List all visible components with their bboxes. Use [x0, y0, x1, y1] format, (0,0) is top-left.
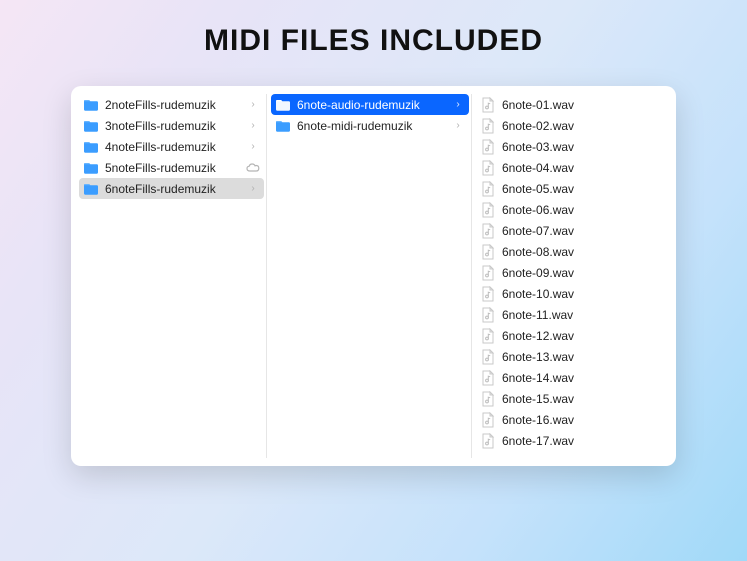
- finder-column-2: 6note-audio-rudemuzik› 6note-midi-rudemu…: [266, 94, 471, 458]
- file-label: 6note-11.wav: [502, 308, 656, 322]
- folder-label: 3noteFills-rudemuzik: [105, 119, 246, 133]
- file-row[interactable]: 6note-16.wav: [476, 409, 660, 430]
- page-title: MIDI FILES INCLUDED: [204, 24, 543, 58]
- file-label: 6note-09.wav: [502, 266, 656, 280]
- file-row[interactable]: 6note-08.wav: [476, 241, 660, 262]
- file-row[interactable]: 6note-01.wav: [476, 94, 660, 115]
- file-label: 6note-08.wav: [502, 245, 656, 259]
- audio-file-icon: [480, 97, 496, 113]
- audio-file-icon: [480, 391, 496, 407]
- folder-icon: [83, 97, 99, 113]
- audio-file-icon: [480, 265, 496, 281]
- audio-file-icon: [480, 349, 496, 365]
- audio-file-icon: [480, 370, 496, 386]
- audio-file-icon: [480, 307, 496, 323]
- file-row[interactable]: 6note-13.wav: [476, 346, 660, 367]
- folder-row[interactable]: 6note-audio-rudemuzik›: [271, 94, 469, 115]
- folder-label: 5noteFills-rudemuzik: [105, 161, 246, 175]
- folder-row[interactable]: 6note-midi-rudemuzik›: [271, 115, 469, 136]
- folder-icon: [83, 160, 99, 176]
- file-label: 6note-03.wav: [502, 140, 656, 154]
- folder-row[interactable]: 5noteFills-rudemuzik: [79, 157, 264, 178]
- audio-file-icon: [480, 328, 496, 344]
- file-row[interactable]: 6note-09.wav: [476, 262, 660, 283]
- file-label: 6note-10.wav: [502, 287, 656, 301]
- file-row[interactable]: 6note-12.wav: [476, 325, 660, 346]
- folder-row[interactable]: 6noteFills-rudemuzik›: [79, 178, 264, 199]
- file-label: 6note-13.wav: [502, 350, 656, 364]
- file-row[interactable]: 6note-11.wav: [476, 304, 660, 325]
- file-label: 6note-14.wav: [502, 371, 656, 385]
- file-label: 6note-05.wav: [502, 182, 656, 196]
- folder-label: 6note-midi-rudemuzik: [297, 119, 451, 133]
- file-label: 6note-04.wav: [502, 161, 656, 175]
- file-row[interactable]: 6note-06.wav: [476, 199, 660, 220]
- file-row[interactable]: 6note-14.wav: [476, 367, 660, 388]
- audio-file-icon: [480, 412, 496, 428]
- file-row[interactable]: 6note-03.wav: [476, 136, 660, 157]
- folder-icon: [83, 139, 99, 155]
- audio-file-icon: [480, 244, 496, 260]
- folder-icon: [83, 118, 99, 134]
- folder-label: 6note-audio-rudemuzik: [297, 98, 451, 112]
- file-label: 6note-06.wav: [502, 203, 656, 217]
- chevron-right-icon: ›: [451, 121, 465, 131]
- audio-file-icon: [480, 223, 496, 239]
- folder-label: 6noteFills-rudemuzik: [105, 182, 246, 196]
- chevron-right-icon: ›: [246, 100, 260, 110]
- file-row[interactable]: 6note-15.wav: [476, 388, 660, 409]
- file-row[interactable]: 6note-05.wav: [476, 178, 660, 199]
- file-label: 6note-07.wav: [502, 224, 656, 238]
- audio-file-icon: [480, 286, 496, 302]
- chevron-right-icon: ›: [246, 121, 260, 131]
- finder-window: 2noteFills-rudemuzik› 3noteFills-rudemuz…: [71, 86, 676, 466]
- file-row[interactable]: 6note-10.wav: [476, 283, 660, 304]
- finder-column-1: 2noteFills-rudemuzik› 3noteFills-rudemuz…: [71, 94, 266, 458]
- folder-icon: [275, 118, 291, 134]
- finder-column-3: 6note-01.wav 6note-02.wav 6note-03.wav 6…: [471, 94, 666, 458]
- file-label: 6note-17.wav: [502, 434, 656, 448]
- file-label: 6note-15.wav: [502, 392, 656, 406]
- folder-row[interactable]: 4noteFills-rudemuzik›: [79, 136, 264, 157]
- audio-file-icon: [480, 433, 496, 449]
- audio-file-icon: [480, 181, 496, 197]
- folder-label: 4noteFills-rudemuzik: [105, 140, 246, 154]
- file-label: 6note-01.wav: [502, 98, 656, 112]
- chevron-right-icon: ›: [451, 100, 465, 110]
- audio-file-icon: [480, 202, 496, 218]
- folder-row[interactable]: 2noteFills-rudemuzik›: [79, 94, 264, 115]
- folder-icon: [83, 181, 99, 197]
- audio-file-icon: [480, 118, 496, 134]
- folder-row[interactable]: 3noteFills-rudemuzik›: [79, 115, 264, 136]
- file-label: 6note-02.wav: [502, 119, 656, 133]
- file-label: 6note-16.wav: [502, 413, 656, 427]
- chevron-right-icon: ›: [246, 142, 260, 152]
- chevron-right-icon: ›: [246, 184, 260, 194]
- audio-file-icon: [480, 139, 496, 155]
- file-row[interactable]: 6note-02.wav: [476, 115, 660, 136]
- audio-file-icon: [480, 160, 496, 176]
- folder-label: 2noteFills-rudemuzik: [105, 98, 246, 112]
- file-row[interactable]: 6note-17.wav: [476, 430, 660, 451]
- folder-icon: [275, 97, 291, 113]
- file-row[interactable]: 6note-04.wav: [476, 157, 660, 178]
- file-label: 6note-12.wav: [502, 329, 656, 343]
- file-row[interactable]: 6note-07.wav: [476, 220, 660, 241]
- cloud-icon: [246, 163, 260, 173]
